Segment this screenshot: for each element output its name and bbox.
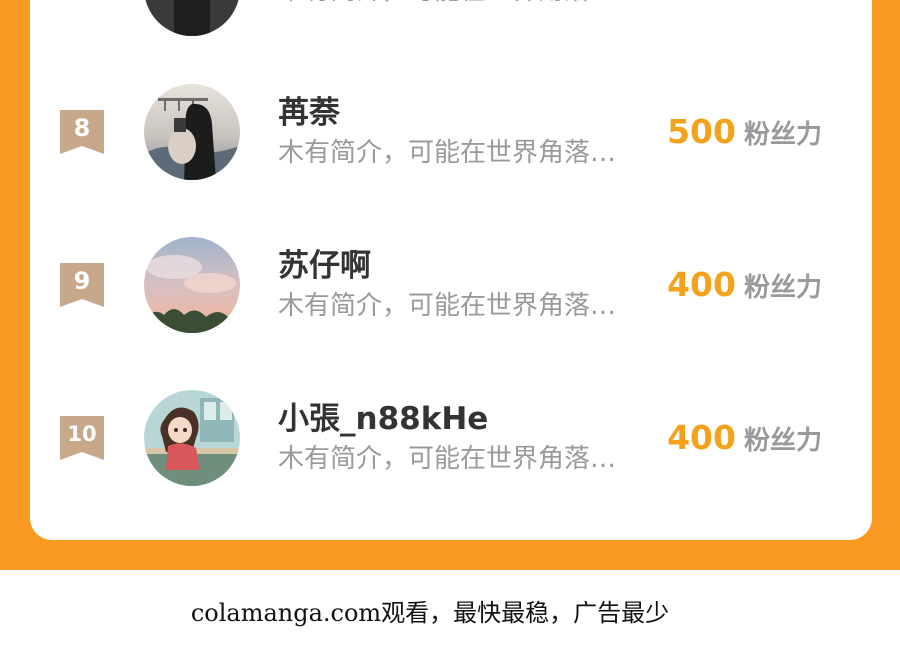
score-value: 400 [667,418,736,457]
list-item-partial[interactable]: 木有简介，可能在世界角落… [30,0,872,50]
leaderboard-card: 木有简介，可能在世界角落… 8 [30,0,872,540]
user-bio: 木有简介，可能在世界角落… [278,291,617,321]
score-value: 400 [667,265,736,304]
rank-number: 10 [67,422,97,446]
user-bio: 木有简介，可能在世界角落… [278,138,617,168]
user-name: 苏仔啊 [278,248,371,284]
anime-girl-avatar[interactable] [144,390,240,486]
list-item[interactable]: 9 苏仔啊 木有简介，可能在世界角落… 400 粉丝力 [30,235,872,335]
fan-power-score: 400 粉丝力 [667,418,822,464]
rank-number: 9 [73,267,91,295]
list-item[interactable]: 10 小張_n88kHe 木有简介，可能在世界角落… 400 粉丝力 [30,388,872,488]
score-value: 500 [667,112,736,151]
rank-number: 8 [73,114,91,142]
fan-power-score: 400 粉丝力 [667,265,822,311]
fan-power-score: 500 粉丝力 [667,112,822,158]
list-item[interactable]: 8 苒萘 木有简介，可能在世界角落… 500 粉丝力 [30,82,872,182]
rank-badge: 8 [60,110,104,154]
user-name: 小張_n88kHe [278,401,489,437]
user-bio: 木有简介，可能在世界角落… [278,0,616,8]
sky-photo-avatar[interactable] [144,237,240,333]
rank-badge: 10 [60,416,104,460]
user-bio: 木有简介，可能在世界角落… [278,444,617,474]
score-unit: 粉丝力 [743,273,822,303]
avatar [144,0,240,36]
watermark-text: colamanga.com观看，最快最稳，广告最少 [190,599,670,627]
user-name: 苒萘 [278,95,340,131]
score-unit: 粉丝力 [743,426,822,456]
portrait-photo-avatar[interactable] [144,84,240,180]
rank-badge: 9 [60,263,104,307]
score-unit: 粉丝力 [743,120,822,150]
